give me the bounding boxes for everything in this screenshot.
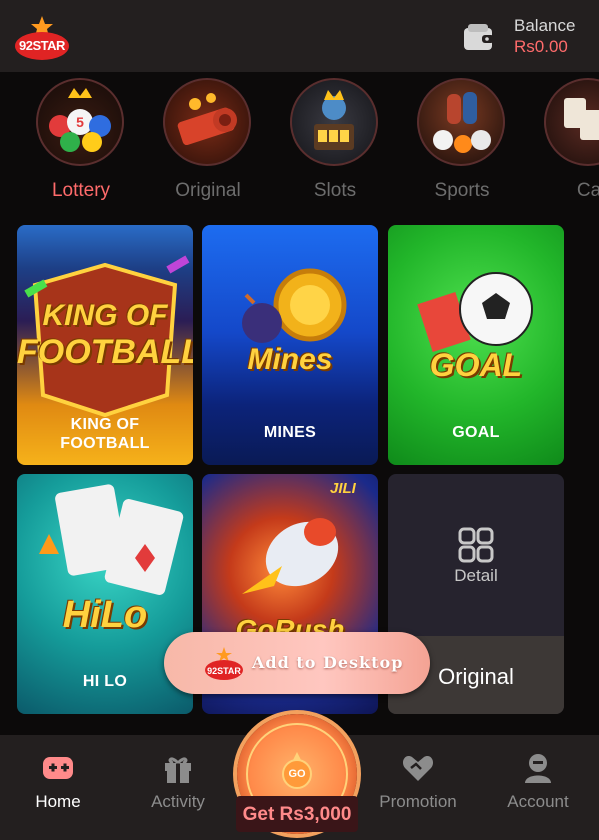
game-art-title: GOAL — [429, 347, 523, 383]
game-art-title: KING OF — [42, 299, 168, 332]
category-casino[interactable]: Ca — [544, 78, 599, 208]
lottery-balls-icon: 5 — [36, 78, 124, 166]
category-label: Slots — [313, 180, 357, 201]
star-logo-icon — [205, 647, 243, 680]
game-name: GOAL — [452, 424, 500, 441]
mini-logo-text: 92STAR — [207, 666, 241, 676]
tab-label: Activity — [151, 792, 205, 811]
wallet-icon[interactable] — [462, 22, 496, 52]
go-label: GO — [288, 768, 306, 780]
tab-activity[interactable]: Activity — [128, 735, 228, 840]
category-strip: 5 Lottery Original Slots Sports Ca — [0, 72, 599, 212]
casino-cards-icon — [544, 78, 599, 166]
game-art-title: Mines — [247, 343, 333, 376]
user-icon — [525, 754, 551, 783]
game-card-mines[interactable]: Mines MINES — [202, 225, 378, 465]
brand-logo[interactable]: 92STAR — [14, 14, 70, 62]
game-card-goal[interactable]: GOAL GOAL — [388, 225, 564, 465]
category-label: Ca — [576, 180, 599, 201]
bonus-banner[interactable]: Get Rs3,000 — [236, 796, 358, 832]
heart-handshake-icon — [402, 756, 434, 781]
tab-label: Promotion — [379, 792, 457, 811]
gift-icon — [165, 757, 191, 783]
category-sports[interactable]: Sports — [417, 78, 507, 208]
tab-home[interactable]: Home — [8, 735, 108, 840]
game-card-king-of-football[interactable]: KING OF FOOTBALL KING OF FOOTBALL — [17, 225, 193, 465]
tab-promotion[interactable]: Promotion — [368, 735, 468, 840]
category-slots[interactable]: Slots — [290, 78, 380, 208]
balance-value: Rs0.00 — [514, 37, 568, 56]
game-card-hilo[interactable]: HiLo HI LO — [17, 474, 193, 714]
sports-balls-icon — [417, 78, 505, 166]
game-art-title: HiLo — [62, 594, 148, 636]
category-label: Lottery — [51, 180, 111, 201]
tab-label: Account — [507, 792, 569, 811]
logo-text: 92STAR — [19, 38, 65, 53]
header: 92STAR Balance Rs0.00 — [0, 0, 599, 72]
svg-text:5: 5 — [76, 114, 84, 130]
tab-account[interactable]: Account — [488, 735, 588, 840]
category-label: Original — [175, 180, 241, 201]
original-games-icon — [163, 78, 251, 166]
add-to-desktop-label: Add to Desktop — [252, 653, 404, 672]
game-name: KING OF FOOTBALL — [60, 416, 150, 452]
add-to-desktop-button[interactable]: 92STAR Add to Desktop — [164, 632, 430, 694]
game-name: MINES — [263, 424, 317, 441]
category-label: Sports — [434, 180, 490, 201]
slots-machine-icon — [290, 78, 378, 166]
category-lottery[interactable]: 5 Lottery — [36, 78, 126, 208]
tab-label: Home — [35, 792, 81, 811]
detail-label: Detail — [454, 566, 498, 585]
category-original[interactable]: Original — [163, 78, 253, 208]
grid-apps-icon — [458, 527, 494, 563]
gamepad-icon — [43, 757, 73, 779]
jili-badge: JILI — [330, 480, 356, 497]
bonus-text: Get Rs3,000 — [242, 804, 352, 825]
balance-label: Balance — [514, 16, 576, 35]
game-art-title-2: FOOTBALL — [17, 333, 193, 371]
